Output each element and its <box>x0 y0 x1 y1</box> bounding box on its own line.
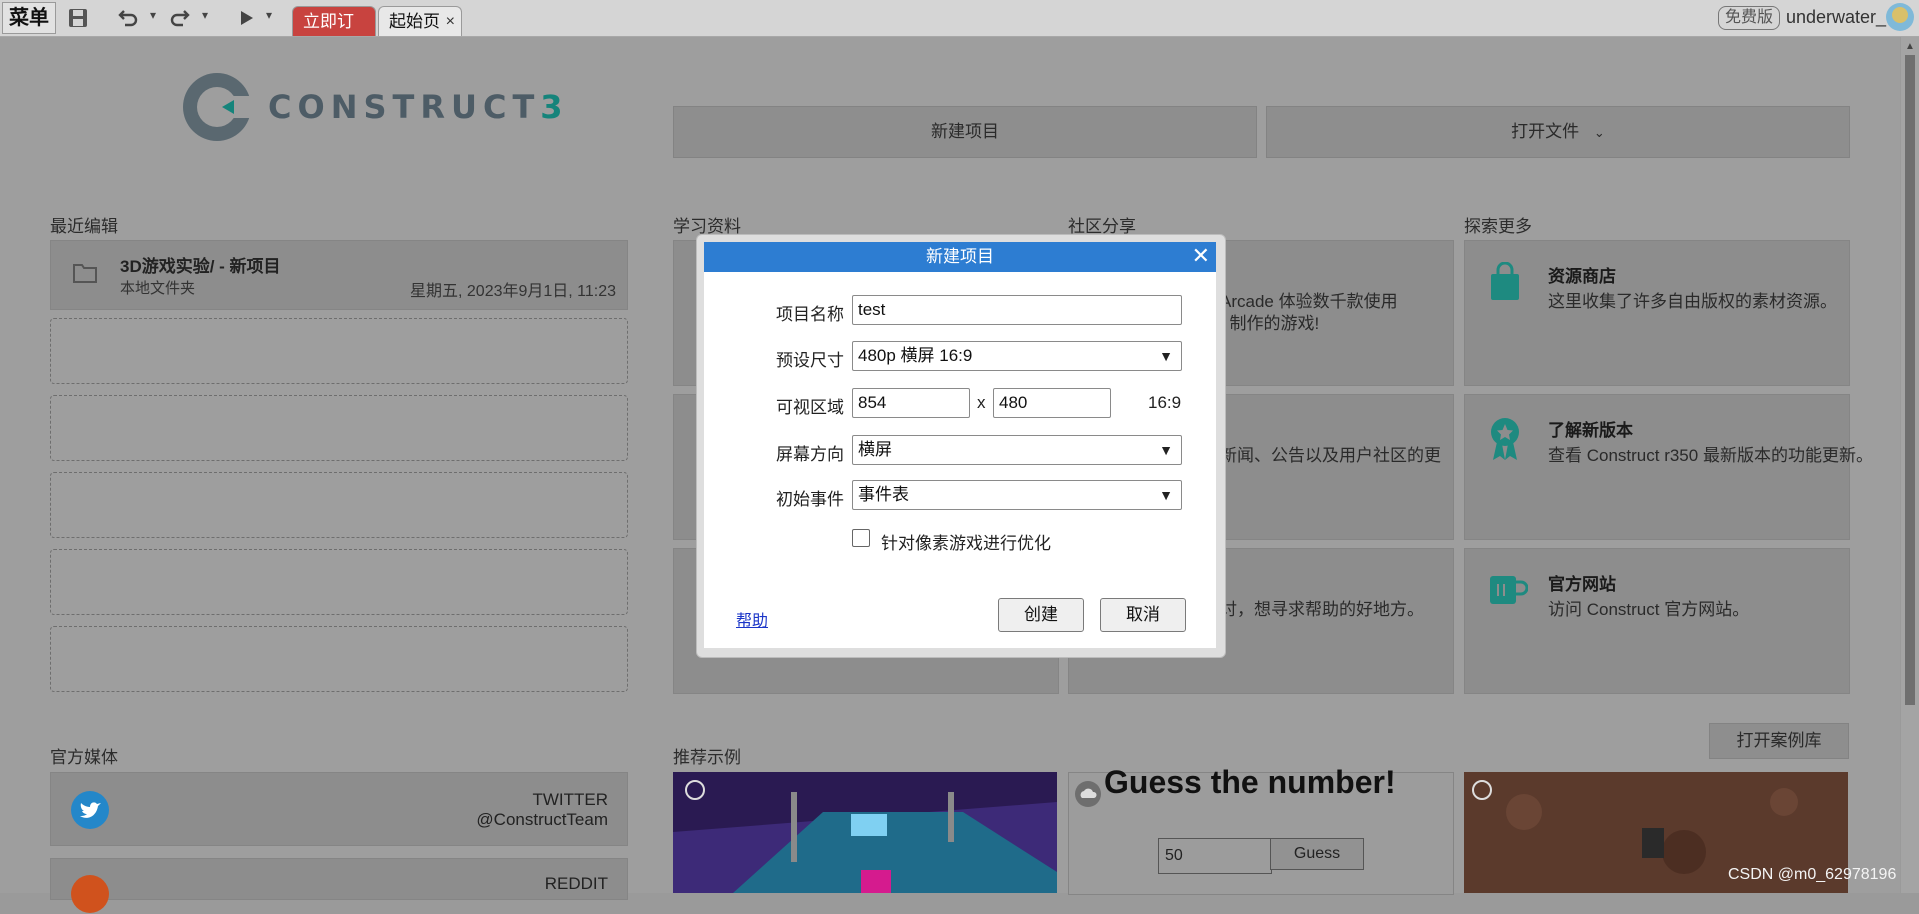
viewport-separator: x <box>977 393 986 412</box>
examples-heading: 推荐示例 <box>673 748 741 767</box>
guess-input: 50 <box>1158 838 1272 874</box>
orientation-label: 屏幕方向 <box>776 445 844 464</box>
help-link[interactable]: 帮助 <box>736 607 768 631</box>
twitter-handle: @ConstructTeam <box>476 810 608 829</box>
viewport-width-input[interactable]: 854 <box>852 388 970 418</box>
avatar[interactable] <box>1886 3 1914 31</box>
explore-card-website[interactable] <box>1464 548 1850 694</box>
aspect-ratio-text: 16:9 <box>1148 393 1182 412</box>
community-news-text: 新闻、公告以及用户社区的更 <box>1220 446 1441 465</box>
guess-button: Guess <box>1270 838 1364 870</box>
watermark: CSDN @m0_62978196 <box>1728 866 1897 883</box>
chevron-down-icon: ▼ <box>1159 442 1173 458</box>
open-examples-button[interactable]: 打开案例库 <box>1709 723 1849 759</box>
create-button[interactable]: 创建 <box>998 598 1084 632</box>
media-heading: 官方媒体 <box>50 748 118 767</box>
orientation-value: 横屏 <box>858 440 892 459</box>
new-project-dialog: 新建项目 ✕ 项目名称 test 预设尺寸 480p 横屏 16:9 ▼ 可视区… <box>704 242 1216 648</box>
new-project-button[interactable]: 新建项目 <box>673 106 1257 158</box>
official-site-title: 官方网站 <box>1548 575 1616 594</box>
pixel-optimize-checkbox[interactable] <box>852 529 870 547</box>
viewport-height-input[interactable]: 480 <box>993 388 1111 418</box>
username[interactable]: underwater_ <box>1786 7 1886 28</box>
new-version-title: 了解新版本 <box>1548 421 1633 440</box>
empty-recent-slot <box>50 472 628 538</box>
cancel-button[interactable]: 取消 <box>1100 598 1186 632</box>
empty-recent-slot <box>50 549 628 615</box>
close-icon[interactable]: ✕ <box>1192 242 1210 270</box>
menu-button[interactable]: 菜单 <box>2 2 56 34</box>
recent-project-date: 星期五, 2023年9月1日, 11:23 <box>410 283 617 300</box>
pixel-optimize-label[interactable]: 针对像素游戏进行优化 <box>881 529 1051 554</box>
construct-logo-icon <box>183 73 254 141</box>
first-layout-select[interactable]: 事件表 ▼ <box>852 480 1182 510</box>
redo-dropdown-icon[interactable]: ▾ <box>202 8 208 22</box>
orientation-select[interactable]: 横屏 ▼ <box>852 435 1182 465</box>
award-ribbon-icon <box>1491 418 1519 460</box>
new-version-desc: 查看 Construct r350 最新版本的功能更新。 <box>1548 446 1873 465</box>
undo-icon[interactable] <box>116 6 140 30</box>
project-name-label: 项目名称 <box>776 305 844 324</box>
guess-title: Guess the number! <box>1104 764 1396 800</box>
shopping-bag-icon <box>1491 262 1519 300</box>
official-site-desc: 访问 Construct 官方网站。 <box>1548 600 1750 619</box>
scroll-up-icon[interactable]: ▲ <box>1905 41 1915 52</box>
reddit-name: REDDIT <box>544 874 608 893</box>
asset-store-title: 资源商店 <box>1548 267 1616 286</box>
folder-icon <box>73 264 97 283</box>
cloud-icon <box>1075 781 1101 807</box>
empty-recent-slot <box>50 395 628 461</box>
open-file-label: 打开文件 <box>1511 122 1580 141</box>
project-name-input[interactable]: test <box>852 295 1182 325</box>
scrollbar-thumb[interactable] <box>1905 55 1915 705</box>
chevron-down-icon: ▼ <box>1159 348 1173 364</box>
redo-icon[interactable] <box>168 6 192 30</box>
recent-project-title: 3D游戏实验/ - 新项目 <box>120 257 281 276</box>
preset-size-value: 480p 横屏 16:9 <box>858 346 973 365</box>
top-toolbar: 菜单 ▾ ▾ ▾ 立即订阅 起始页 × 免费版 underwater_ <box>0 0 1919 61</box>
explore-heading: 探索更多 <box>1464 217 1532 236</box>
recent-heading: 最近编辑 <box>50 217 118 236</box>
play-icon[interactable] <box>234 6 258 30</box>
tab-subscribe[interactable]: 立即订阅 <box>292 6 376 61</box>
empty-recent-slot <box>50 626 628 692</box>
vertical-scrollbar[interactable]: ▲ <box>1901 37 1919 893</box>
empty-recent-slot <box>50 318 628 384</box>
community-arcade-text: Arcade 体验数千款使用 <box>1220 292 1398 311</box>
recent-project-location: 本地文件夹 <box>120 280 196 297</box>
undo-dropdown-icon[interactable]: ▾ <box>150 8 156 22</box>
chevron-down-icon: ▼ <box>1159 487 1173 503</box>
twitter-name: TWITTER <box>532 790 608 809</box>
chevron-down-icon: ⌄ <box>1593 125 1605 140</box>
coffee-cup-icon <box>1490 576 1528 604</box>
example-thumbnail-3d[interactable] <box>673 772 1057 893</box>
community-forum-text: 讨，想寻求帮助的好地方。 <box>1220 600 1424 619</box>
asset-store-desc: 这里收集了许多自由版权的素材资源。 <box>1548 292 1837 311</box>
preset-size-label: 预设尺寸 <box>776 351 844 370</box>
plan-badge[interactable]: 免费版 <box>1718 6 1781 30</box>
close-tab-icon[interactable]: × <box>446 7 455 37</box>
tab-start-page-label: 起始页 <box>389 12 440 31</box>
twitter-icon <box>71 791 109 829</box>
play-dropdown-icon[interactable]: ▾ <box>266 8 272 22</box>
preset-size-select[interactable]: 480p 横屏 16:9 ▼ <box>852 341 1182 371</box>
first-layout-value: 事件表 <box>858 485 909 504</box>
dialog-title: 新建项目 <box>926 247 994 266</box>
reddit-icon <box>71 875 109 913</box>
viewport-label: 可视区域 <box>776 398 844 417</box>
dialog-title-bar: 新建项目 ✕ <box>704 242 1216 272</box>
community-arcade-text: t 制作的游戏! <box>1220 314 1320 333</box>
first-layout-label: 初始事件 <box>776 490 844 509</box>
tab-start-page[interactable]: 起始页 × <box>378 6 462 36</box>
logo-wordmark: CONSTRUCT3 <box>268 88 569 126</box>
open-file-button[interactable]: 打开文件 ⌄ <box>1266 106 1850 158</box>
save-icon[interactable] <box>66 6 90 30</box>
